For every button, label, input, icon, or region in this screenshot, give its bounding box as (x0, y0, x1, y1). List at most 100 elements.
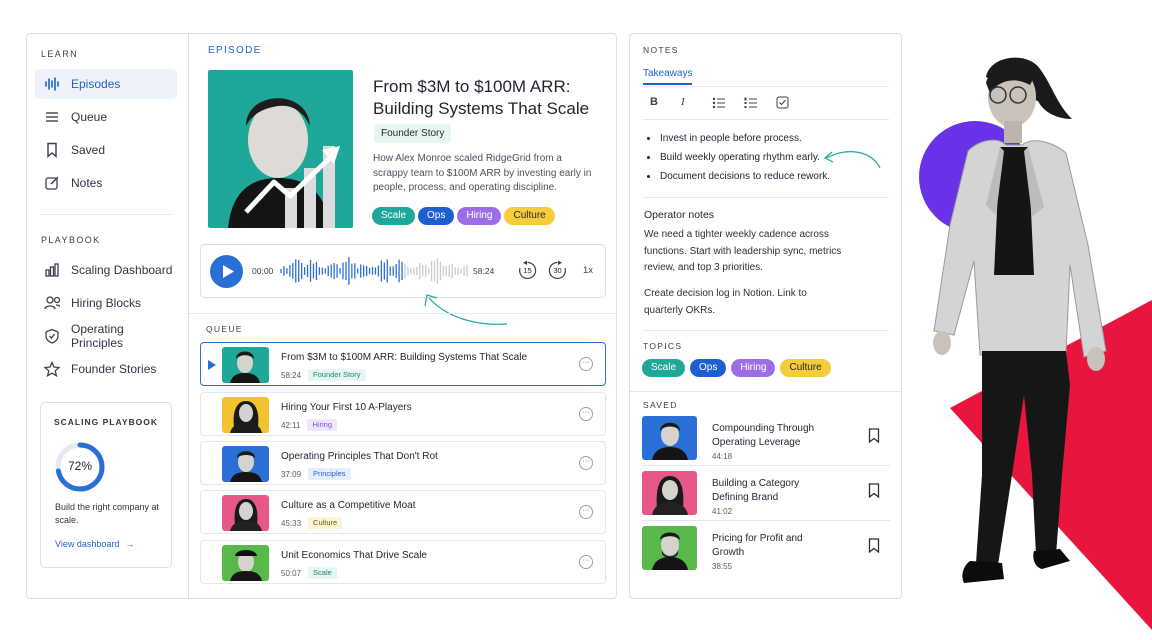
topics-divider (643, 330, 889, 331)
sidebar-item-label: Scaling Dashboard (71, 263, 173, 277)
sidebar-item-founder-stories[interactable]: Founder Stories (35, 354, 177, 384)
checkbox-icon[interactable] (776, 96, 789, 109)
queue-divider (189, 313, 616, 314)
skip-forward-button[interactable]: 30 (547, 260, 568, 281)
scaling-playbook-card: SCALING PLAYBOOK 72% Build the right com… (40, 402, 172, 568)
queue-item-tag: Culture (308, 517, 343, 529)
queue-thumbnail (222, 347, 269, 383)
queue-item[interactable]: Hiring Your First 10 A-Players 42:11 Hiri… (200, 392, 606, 436)
saved-divider (630, 391, 901, 392)
saved-item-time: 41:02 (712, 507, 733, 516)
saved-item-title: Pricing for Profit and Growth (712, 533, 803, 558)
play-button[interactable] (210, 255, 243, 288)
saved-row-divider (642, 520, 890, 521)
queue-thumbnail (222, 545, 269, 581)
more-options-button[interactable]: ··· (579, 456, 593, 470)
bookmark-icon[interactable] (868, 428, 880, 443)
episode-cover-art (208, 70, 353, 228)
editor-toolbar: B I (650, 96, 800, 110)
topic-tag-hiring[interactable]: Hiring (731, 359, 776, 377)
queue-item-tag: Principles (308, 468, 351, 480)
queue-item-meta: 50:07 Scale (281, 567, 337, 579)
view-dashboard-link[interactable]: View dashboard → (55, 539, 134, 549)
topic-tag-ops[interactable]: Ops (690, 359, 727, 377)
toolbar-divider (643, 119, 889, 120)
tab-takeaways[interactable]: Takeaways (643, 68, 693, 85)
numbered-list-icon[interactable] (744, 97, 757, 109)
sidebar-item-queue[interactable]: Queue (35, 102, 177, 132)
tag-scale[interactable]: Scale (372, 207, 416, 225)
more-options-button[interactable]: ··· (579, 357, 593, 371)
bold-button[interactable]: B (650, 96, 658, 108)
sidebar-item-notes[interactable]: Notes (35, 168, 177, 198)
bookmark-icon (44, 142, 60, 158)
queue-item-time: 37:09 (281, 469, 302, 479)
bookmark-icon[interactable] (868, 483, 880, 498)
sidebar-item-saved[interactable]: Saved (35, 135, 177, 165)
founder-story-chip: Founder Story (374, 124, 452, 143)
saved-item[interactable]: Building a Category Defining Brand 41:02 (642, 471, 890, 521)
duration: 58:24 (473, 266, 495, 276)
progress-percent: 72% (67, 459, 93, 473)
more-options-button[interactable]: ··· (579, 407, 593, 421)
saved-item[interactable]: Pricing for Profit and Growth 38:55 (642, 526, 890, 576)
card-title: SCALING PLAYBOOK (53, 417, 158, 427)
sidebar-item-label: Founder Stories (71, 362, 157, 376)
star-icon (44, 361, 60, 377)
sidebar-item-operating-principles[interactable]: Operating Principles (35, 321, 177, 351)
queue-item-tag: Hiring (307, 419, 338, 431)
queue-item[interactable]: Unit Economics That Drive Scale 50:07 Sca… (200, 540, 606, 584)
more-options-button[interactable]: ··· (579, 555, 593, 569)
queue-thumbnail (222, 397, 269, 433)
operator-notes-text[interactable]: We need a tighter weekly cadence across … (644, 227, 844, 277)
tag-ops[interactable]: Ops (418, 207, 455, 225)
sidebar: LEARN Episodes Queue Saved Notes PLAYBOO… (26, 33, 188, 599)
notes-section-label: NOTES (643, 45, 679, 55)
takeaways-list: Invest in people before process. Build w… (647, 133, 830, 190)
saved-thumbnail (642, 471, 697, 515)
saved-thumbnail (642, 526, 697, 570)
bookmark-icon[interactable] (868, 538, 880, 553)
queue-thumbnail (222, 495, 269, 531)
queue-item-time: 58:24 (281, 370, 302, 380)
waveform-scrubber[interactable] (279, 256, 469, 286)
tag-hiring[interactable]: Hiring (457, 207, 502, 225)
topic-tag-scale[interactable]: Scale (642, 359, 686, 377)
queue-item[interactable]: From $3M to $100M ARR: Building Systems … (200, 342, 606, 386)
operator-notes-text-2[interactable]: Create decision log in Notion. Link to q… (644, 286, 834, 319)
annotation-arrow (424, 294, 508, 325)
tag-culture[interactable]: Culture (504, 207, 555, 225)
woman-walking-illustration (933, 57, 1107, 583)
queue-item-time: 45:33 (281, 518, 302, 528)
takeaway-item: Invest in people before process. (647, 133, 830, 144)
skip-forward-label: 30 (553, 266, 562, 275)
saved-item-title: Compounding Through Operating Leverage (712, 423, 815, 448)
playback-speed[interactable]: 1x (583, 265, 593, 276)
bullet-list-icon[interactable] (712, 97, 725, 109)
skip-back-button[interactable]: 15 (517, 260, 538, 281)
saved-item[interactable]: Compounding Through Operating Leverage 4… (642, 416, 890, 466)
sidebar-item-episodes[interactable]: Episodes (35, 69, 177, 99)
queue-item[interactable]: Culture as a Competitive Moat 45:33 Cultu… (200, 490, 606, 534)
waveform-icon (44, 76, 60, 92)
topics-section-label: TOPICS (643, 341, 683, 351)
edit-icon (44, 175, 60, 191)
topic-tag-culture[interactable]: Culture (780, 359, 831, 377)
queue-item-meta: 45:33 Culture (281, 517, 343, 529)
saved-section-label: SAVED (643, 400, 678, 410)
bar-chart-icon (44, 262, 60, 278)
queue-item[interactable]: Operating Principles That Don't Rot 37:0… (200, 441, 606, 485)
sidebar-item-scaling-dashboard[interactable]: Scaling Dashboard (35, 255, 177, 285)
italic-button[interactable]: I (681, 96, 685, 108)
playing-indicator-icon (208, 360, 216, 370)
queue-item-tag: Scale (308, 567, 337, 579)
takeaway-item: Build weekly operating rhythm early. (647, 152, 830, 163)
shield-icon (44, 328, 60, 344)
current-time: 00:00 (252, 266, 274, 276)
notes-divider (643, 197, 889, 198)
more-options-button[interactable]: ··· (579, 505, 593, 519)
sidebar-divider (41, 214, 171, 215)
sidebar-item-hiring-blocks[interactable]: Hiring Blocks (35, 288, 177, 318)
card-description: Build the right company at scale. (55, 502, 160, 525)
queue-item-title: From $3M to $100M ARR: Building Systems … (281, 352, 528, 363)
